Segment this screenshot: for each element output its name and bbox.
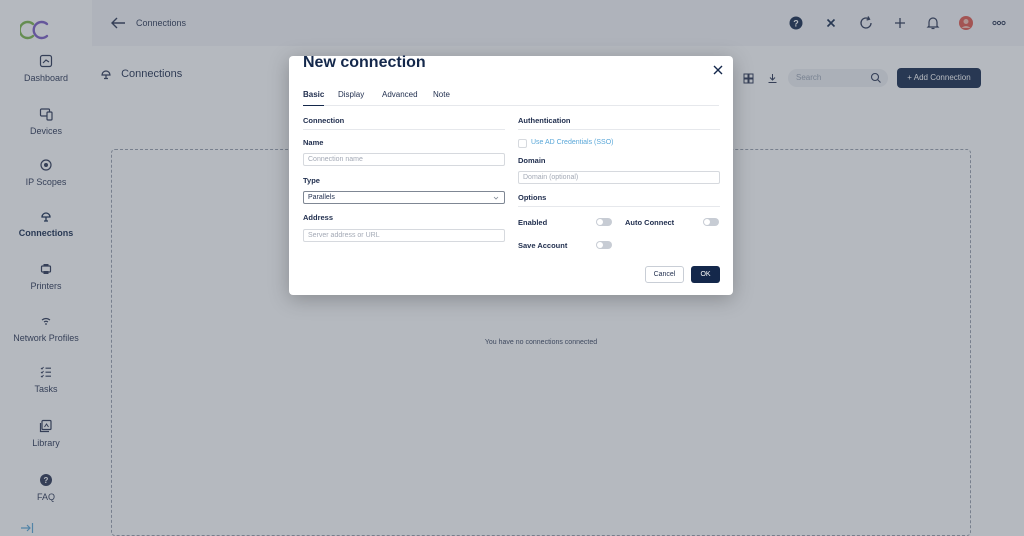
domain-placeholder: Domain (optional) xyxy=(523,174,579,181)
dialog-title: New connection xyxy=(303,54,426,71)
type-select[interactable]: Parallels xyxy=(303,191,505,204)
address-label: Address xyxy=(303,213,334,222)
close-icon[interactable] xyxy=(713,65,723,75)
section-divider xyxy=(518,206,720,207)
tab-display[interactable]: Display xyxy=(338,90,364,99)
section-divider xyxy=(303,129,505,130)
name-label: Name xyxy=(303,138,324,147)
auto-connect-toggle[interactable] xyxy=(703,218,719,226)
options-section-heading: Options xyxy=(518,193,547,202)
toggle-knob xyxy=(704,219,710,225)
enabled-label: Enabled xyxy=(518,218,548,227)
address-placeholder: Server address or URL xyxy=(308,232,380,239)
name-placeholder: Connection name xyxy=(308,156,363,163)
tab-basic[interactable]: Basic xyxy=(303,90,325,106)
connection-section-heading: Connection xyxy=(303,116,345,125)
sso-checkbox[interactable] xyxy=(518,139,527,148)
enabled-toggle[interactable] xyxy=(596,218,612,226)
sso-label[interactable]: Use AD Credentials (SSO) xyxy=(531,139,613,146)
section-divider xyxy=(518,129,720,130)
authentication-section-heading: Authentication xyxy=(518,116,571,125)
tab-advanced[interactable]: Advanced xyxy=(382,90,418,99)
toggle-knob xyxy=(597,242,603,248)
tab-note[interactable]: Note xyxy=(433,90,450,99)
dialog-tabs: Basic Display Advanced Note xyxy=(303,89,719,106)
name-field[interactable]: Connection name xyxy=(303,153,505,166)
address-field[interactable]: Server address or URL xyxy=(303,229,505,242)
type-value: Parallels xyxy=(308,194,335,201)
save-account-toggle[interactable] xyxy=(596,241,612,249)
domain-label: Domain xyxy=(518,156,546,165)
auto-connect-label: Auto Connect xyxy=(625,218,675,227)
domain-field[interactable]: Domain (optional) xyxy=(518,171,720,184)
ok-button[interactable]: OK xyxy=(691,266,720,283)
save-account-label: Save Account xyxy=(518,241,568,250)
new-connection-dialog: New connection Basic Display Advanced No… xyxy=(289,54,733,295)
type-label: Type xyxy=(303,176,320,185)
chevron-down-icon xyxy=(493,196,499,200)
cancel-button[interactable]: Cancel xyxy=(645,266,684,283)
toggle-knob xyxy=(597,219,603,225)
